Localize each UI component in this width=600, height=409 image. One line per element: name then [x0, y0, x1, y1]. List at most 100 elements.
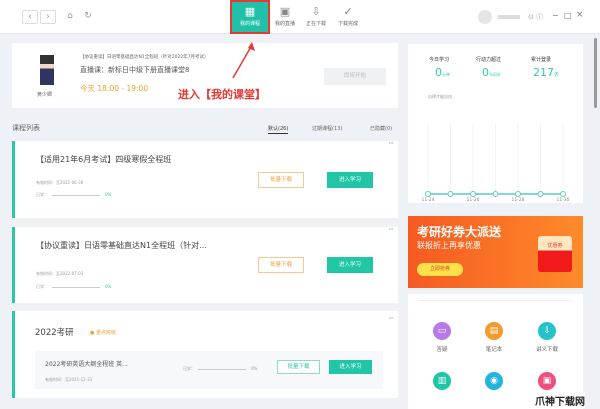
download-icon: ⇩ [311, 5, 321, 18]
enter-study-button[interactable]: 进入学习 [327, 172, 373, 188]
data-point [560, 191, 566, 197]
stat-label: 累计登录 [531, 57, 552, 63]
x-tick-label: 11-26 [466, 197, 479, 203]
tab-label: 下载完成 [337, 21, 358, 27]
course-title[interactable]: 【适用21年6月考试】四级寒假全程班 [36, 154, 171, 165]
x-tick-label: 11-30 [556, 197, 569, 203]
live-time: 今天 18:00 - 19:00 [80, 84, 149, 93]
divider [418, 300, 573, 301]
more-icon[interactable]: ··· [388, 139, 394, 148]
forward-button[interactable]: › [40, 10, 56, 24]
progress-label: 已学： [36, 284, 48, 289]
username-dropdown[interactable] [498, 15, 520, 19]
stat-value: 0分钟 [435, 66, 450, 79]
tool-item[interactable]: ▥ [422, 372, 462, 395]
x-tick-label: 11-28 [511, 197, 524, 203]
data-point [492, 191, 499, 197]
minimize-button[interactable]: − [552, 11, 559, 20]
stat-unit: 天 [554, 72, 560, 78]
stat-number: 0 [435, 66, 442, 79]
check-icon: ✓ [343, 5, 353, 18]
tab-downloaded[interactable]: ✓ 下载完成 [330, 2, 366, 32]
tab-label: 我的直播 [274, 21, 295, 27]
tab-expired[interactable]: 过期课程(13) [312, 125, 342, 132]
grab-coupon-button[interactable]: 立即抢券 [417, 263, 463, 276]
grid-icon: ▦ [244, 5, 256, 18]
settings-icon[interactable]: ⊙ ⓘ [528, 12, 543, 22]
progress-value: 0% [105, 284, 112, 289]
data-point [447, 191, 454, 197]
tool-handout-download[interactable]: ⇩ 讲义下载 [527, 322, 567, 353]
course-validity: 有效时间：至2022-07-03 [36, 271, 84, 276]
course-title[interactable]: 2022考研英语大纲全程班 英... [45, 359, 128, 368]
progress-bar [198, 369, 246, 370]
group-title: 2022考研 [35, 328, 74, 338]
course-card: ··· 【协议重读】日语零基础直达N1全程班（针对... 有效时间：至2022-… [12, 225, 398, 303]
tab-hidden[interactable]: 已隐藏(0) [370, 125, 392, 132]
live-course: 【协议重读】日语零基础直达N1全程班（针对2022年7月考试） [80, 55, 209, 60]
live-start-button[interactable]: 即将开始 [324, 68, 386, 85]
tool-label: 答疑 [436, 347, 448, 353]
stat-value: 217天 [533, 66, 559, 79]
progress-label: 已学： [183, 366, 195, 371]
tools-panel: ▭ 答疑 ▤ 笔记本 ⇩ 讲义下载 ▥ ◉ ▣ [408, 294, 583, 409]
truck-icon: ◉ [485, 372, 503, 390]
tab-downloading[interactable]: ⇩ 正在下载 [298, 2, 334, 32]
promo-banner[interactable]: 考研好券大派送 联报折上再享优惠 立即抢券 优惠券 [408, 216, 583, 288]
course-group-card: ··· 2022考研 ● 重点班级 2022考研英语大纲全程班 英... 有效时… [12, 311, 398, 398]
x-tick-label: 11-24 [421, 197, 434, 203]
stat-value: 0%同学 [482, 66, 501, 79]
watermark: 爪神下载网 [535, 393, 585, 408]
teacher-name: 黄少卿 [37, 92, 53, 98]
banner-subtitle: 联报折上再享优惠 [417, 241, 481, 250]
batch-download-button[interactable]: 批量下载 [258, 172, 304, 188]
avatar[interactable] [478, 10, 492, 24]
group-badge: ● 重点班级 [90, 330, 116, 336]
annotation-text: 进入【我的课堂】 [178, 88, 266, 101]
stat-unit: %同学 [489, 72, 501, 77]
batch-download-button[interactable]: 批量下载 [258, 257, 304, 273]
more-icon[interactable]: ··· [388, 314, 394, 323]
live-title: 直播课：新标日中级下册直播课堂8 [80, 66, 190, 74]
maximize-button[interactable]: □ [564, 11, 572, 20]
stats-panel: 今日学习 0分钟 行动力超过 0%同学 累计登录 217天 自律才能自由 11-… [408, 44, 583, 203]
home-icon[interactable]: ⌂ [62, 10, 78, 24]
data-point [537, 191, 544, 197]
tool-item[interactable]: ◉ [474, 372, 514, 395]
download-icon: ⇩ [538, 322, 556, 340]
course-validity: 有效时间：至2021-06-30 [36, 180, 84, 185]
annotation-arrow [232, 42, 255, 79]
qa-icon: ▭ [433, 322, 451, 340]
enter-study-button[interactable]: 进入学习 [327, 257, 373, 273]
coupon-graphic: 优惠券 [538, 236, 572, 272]
tab-my-courses[interactable]: ▦ 我的课程 [230, 0, 270, 34]
teacher-avatar [40, 55, 54, 85]
refresh-icon[interactable]: ↻ [80, 10, 96, 24]
tool-notebook[interactable]: ▤ 笔记本 [474, 322, 514, 353]
enter-study-button[interactable]: 进入学习 [329, 360, 372, 374]
close-button[interactable]: × [576, 10, 584, 20]
scrollbar[interactable] [594, 38, 597, 108]
data-point [515, 191, 521, 197]
more-icon[interactable]: ··· [388, 225, 394, 234]
progress-value: 0% [251, 366, 258, 371]
stat-number: 217 [533, 66, 554, 79]
batch-download-button[interactable]: 批量下载 [277, 360, 320, 374]
tab-default[interactable]: 默认(26) [268, 125, 289, 134]
stat-number: 0 [482, 66, 489, 79]
document-icon: ▣ [538, 372, 556, 390]
banner-title: 考研好券大派送 [417, 225, 502, 239]
group-course-item: 2022考研英语大纲全程班 英... 有效时间：至2021-12-31 已学： … [35, 351, 383, 389]
progress-bar [52, 287, 100, 288]
tool-label: 笔记本 [485, 347, 503, 353]
tool-qa[interactable]: ▭ 答疑 [422, 322, 462, 353]
book-icon: ▥ [433, 372, 451, 390]
stat-label: 行动力超过 [476, 57, 502, 63]
tool-item[interactable]: ▣ [527, 372, 567, 395]
notebook-icon: ▤ [485, 322, 503, 340]
data-point [470, 191, 476, 197]
top-bar: ‹ › ⌂ ↻ ▦ 我的课程 ▣ 我的直播 ⇩ 正在下载 ✓ 下载完成 ⊙ ⓘ − □ … [0, 0, 600, 34]
back-button[interactable]: ‹ [22, 10, 38, 24]
tool-label: 讲义下载 [535, 347, 558, 353]
course-title[interactable]: 【协议重读】日语零基础直达N1全程班（针对... [36, 240, 207, 251]
